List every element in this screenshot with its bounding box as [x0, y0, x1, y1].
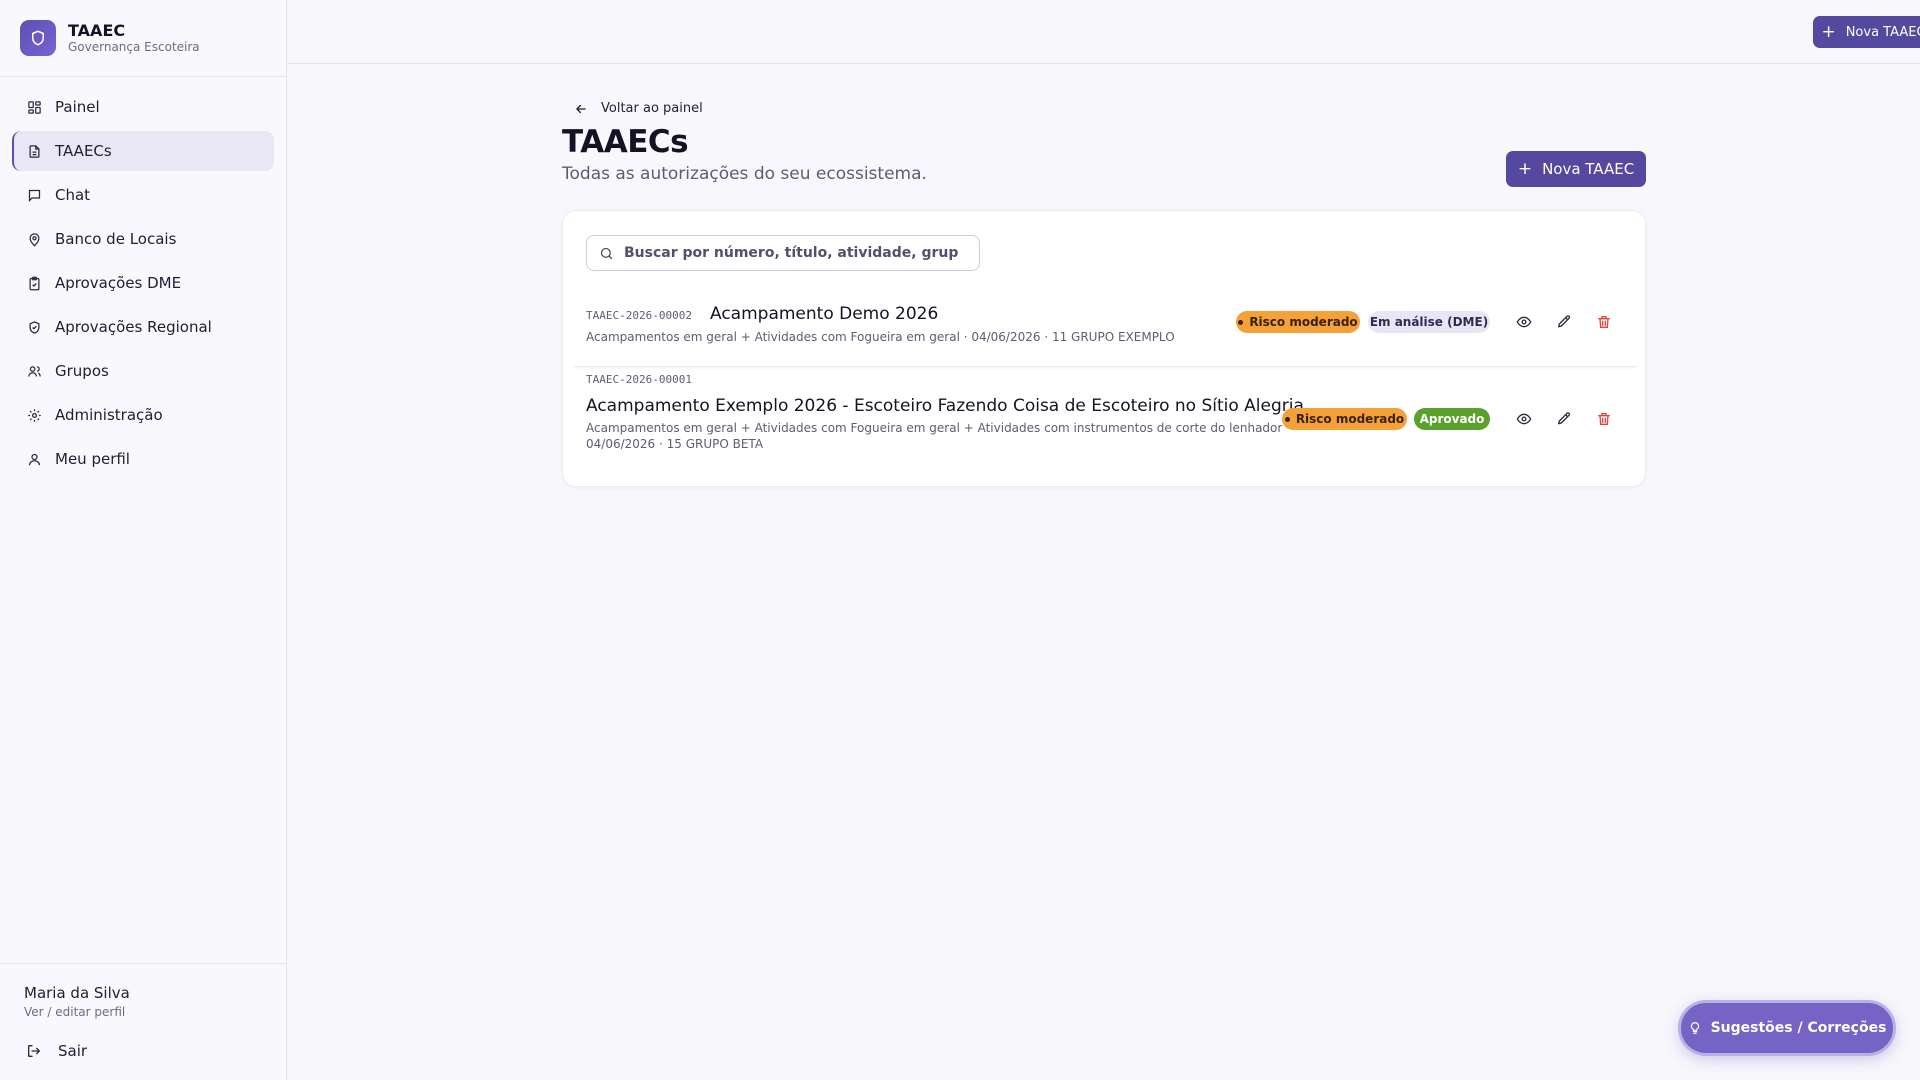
- taaec-code: TAAEC-2026-00002: [586, 309, 692, 322]
- eye-icon: [1516, 411, 1532, 427]
- pencil-icon: [1556, 411, 1572, 427]
- sidebar-item-label: Grupos: [55, 362, 109, 380]
- suggestions-button[interactable]: Sugestões / Correções: [1678, 1000, 1896, 1056]
- trash-icon: [1596, 314, 1612, 330]
- search-icon: [599, 246, 614, 261]
- table-row[interactable]: TAAEC-2026-00002 Acampamento Demo 2026 A…: [574, 299, 1636, 367]
- brand-title: TAAEC: [68, 21, 126, 40]
- page-title: TAAECs: [562, 124, 689, 160]
- dashboard-icon: [26, 99, 42, 115]
- arrow-left-icon: [574, 102, 588, 116]
- trash-icon: [1596, 411, 1612, 427]
- risk-label: Risco moderado: [1249, 315, 1358, 329]
- logout-icon: [26, 1043, 42, 1059]
- eye-icon: [1516, 314, 1532, 330]
- sidebar-item-banco-de-locais[interactable]: Banco de Locais: [12, 219, 274, 259]
- sidebar-item-aprovacoes-regional[interactable]: Aprovações Regional: [12, 307, 274, 347]
- sidebar-item-chat[interactable]: Chat: [12, 175, 274, 215]
- risk-label: Risco moderado: [1295, 412, 1405, 426]
- edit-button[interactable]: [1553, 311, 1575, 333]
- shield-logo-icon: [20, 20, 56, 56]
- risk-badge: Risco moderado: [1282, 408, 1407, 430]
- sidebar-item-aprovacoes-dme[interactable]: Aprovações DME: [12, 263, 274, 303]
- view-button[interactable]: [1513, 311, 1535, 333]
- taaec-title[interactable]: Acampamento Demo 2026: [710, 304, 938, 324]
- gear-icon: [26, 407, 42, 423]
- search-input[interactable]: [624, 245, 959, 261]
- back-to-dashboard-link[interactable]: Voltar ao painel: [574, 101, 703, 116]
- logout-label: Sair: [58, 1042, 88, 1060]
- users-icon: [26, 363, 42, 379]
- status-badge: Aprovado: [1414, 408, 1490, 430]
- table-row[interactable]: TAAEC-2026-00001 Acampamento Exemplo 202…: [574, 369, 1636, 459]
- sidebar-item-grupos[interactable]: Grupos: [12, 351, 274, 391]
- sidebar-item-label: TAAECs: [55, 142, 112, 160]
- sidebar-item-label: Aprovações DME: [55, 274, 182, 292]
- sidebar-item-label: Banco de Locais: [55, 230, 177, 248]
- user-name: Maria da Silva: [24, 984, 130, 1002]
- user-icon: [26, 451, 42, 467]
- topbar: + Nova TAAEC: [288, 0, 1920, 64]
- sidebar-item-label: Chat: [55, 186, 91, 204]
- sidebar: TAAEC Governança Escoteira Painel TAAECs…: [0, 0, 287, 1080]
- button-label: Nova TAAEC: [1845, 24, 1920, 40]
- map-pin-icon: [26, 231, 42, 247]
- dot-icon: [1284, 416, 1290, 422]
- topbar-new-taaec-button[interactable]: + Nova TAAEC: [1813, 16, 1920, 48]
- delete-button[interactable]: [1593, 311, 1615, 333]
- back-label: Voltar ao painel: [601, 101, 703, 116]
- plus-icon: +: [1821, 21, 1836, 42]
- dot-icon: [1238, 319, 1244, 325]
- view-button[interactable]: [1513, 408, 1535, 430]
- page-subtitle: Todas as autorizações do seu ecossistema…: [562, 164, 927, 184]
- search-field[interactable]: [586, 235, 980, 271]
- taaec-list-card: TAAEC-2026-00002 Acampamento Demo 2026 A…: [562, 210, 1646, 487]
- brand: TAAEC Governança Escoteira: [0, 0, 286, 77]
- clipboard-check-icon: [26, 275, 42, 291]
- sidebar-item-label: Aprovações Regional: [55, 318, 212, 336]
- sidebar-item-label: Meu perfil: [55, 450, 130, 468]
- delete-button[interactable]: [1593, 408, 1615, 430]
- risk-badge: Risco moderado: [1236, 311, 1360, 333]
- sidebar-item-label: Painel: [55, 98, 100, 116]
- plus-icon: +: [1517, 158, 1533, 179]
- chat-icon: [26, 187, 42, 203]
- lightbulb-icon: [1688, 1021, 1702, 1035]
- shield-check-icon: [26, 319, 42, 335]
- sidebar-nav: Painel TAAECs Chat Banco de Locais Aprov…: [0, 77, 286, 493]
- logout-button[interactable]: Sair: [26, 1042, 87, 1060]
- sidebar-item-meu-perfil[interactable]: Meu perfil: [12, 439, 274, 479]
- edit-profile-link[interactable]: Ver / editar perfil: [24, 1005, 125, 1019]
- sidebar-item-label: Administração: [55, 406, 163, 424]
- sidebar-item-taaecs[interactable]: TAAECs: [12, 131, 274, 171]
- pencil-icon: [1556, 314, 1572, 330]
- taaec-title[interactable]: Acampamento Exemplo 2026 - Escoteiro Faz…: [586, 396, 1304, 416]
- brand-subtitle: Governança Escoteira: [68, 40, 200, 54]
- document-icon: [26, 143, 42, 159]
- suggestions-label: Sugestões / Correções: [1710, 1020, 1887, 1036]
- sidebar-item-administracao[interactable]: Administração: [12, 395, 274, 435]
- taaec-code: TAAEC-2026-00001: [586, 373, 692, 386]
- button-label: Nova TAAEC: [1542, 160, 1635, 178]
- taaec-meta: Acampamentos em geral + Atividades com F…: [586, 421, 1290, 435]
- sidebar-item-painel[interactable]: Painel: [12, 87, 274, 127]
- new-taaec-button[interactable]: + Nova TAAEC: [1506, 151, 1646, 187]
- taaec-meta: Acampamentos em geral + Atividades com F…: [586, 330, 1175, 344]
- edit-button[interactable]: [1553, 408, 1575, 430]
- taaec-meta: 04/06/2026 · 15 GRUPO BETA: [586, 437, 764, 451]
- sidebar-footer: Maria da Silva Ver / editar perfil Sair: [0, 963, 286, 1080]
- status-badge: Em análise (DME): [1368, 311, 1490, 333]
